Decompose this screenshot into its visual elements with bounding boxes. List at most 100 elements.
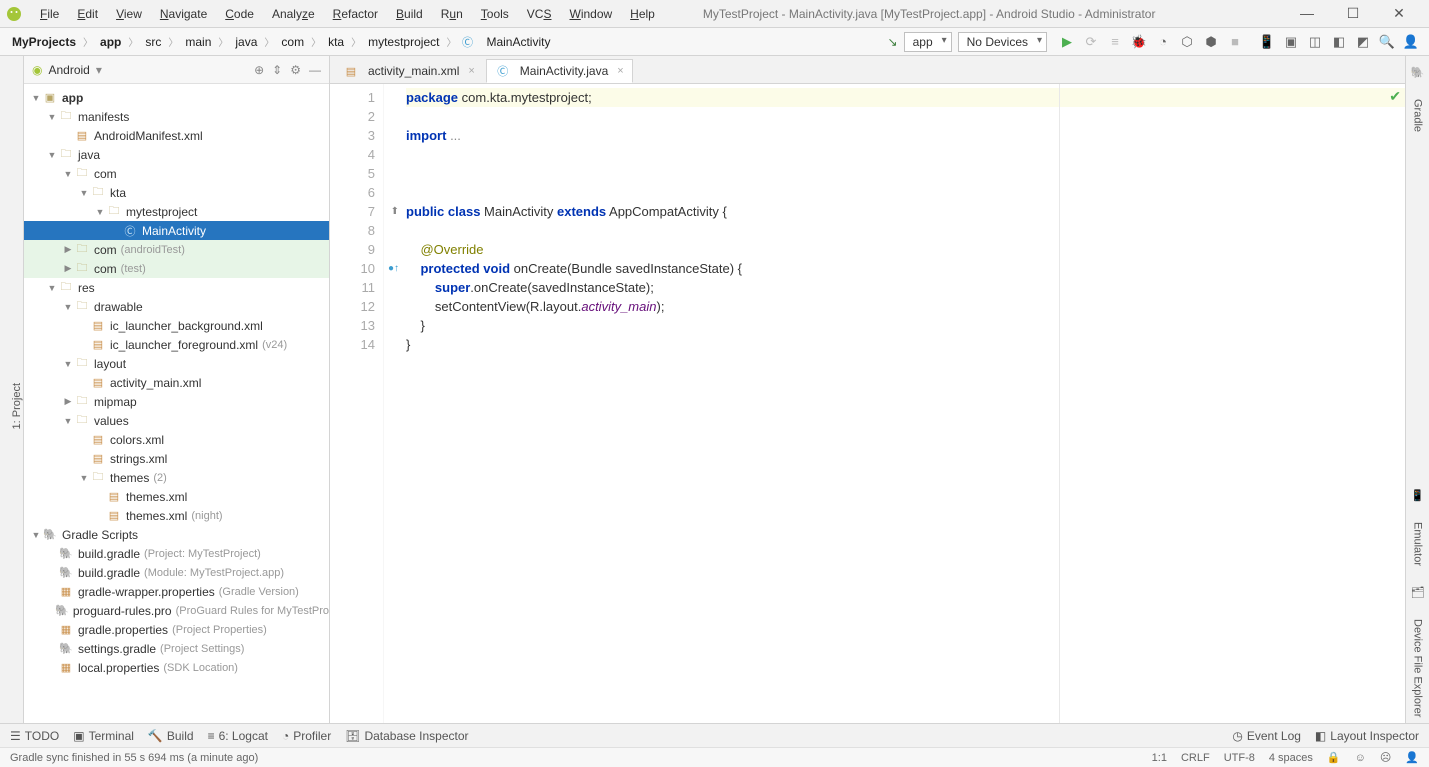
tree-res[interactable]: ▼🗀res bbox=[24, 278, 329, 297]
tree-themes-xml[interactable]: ▤themes.xml bbox=[24, 487, 329, 506]
stop-button[interactable]: ■ bbox=[1225, 32, 1245, 52]
crumb[interactable]: com bbox=[277, 33, 308, 51]
menu-build[interactable]: Build bbox=[388, 3, 431, 25]
search-icon[interactable]: 🔍 bbox=[1377, 32, 1397, 52]
sync-gradle-icon[interactable]: ↘ bbox=[888, 35, 898, 49]
crumb[interactable]: main bbox=[181, 33, 215, 51]
menu-file[interactable]: File bbox=[32, 3, 67, 25]
crumb[interactable]: kta bbox=[324, 33, 348, 51]
close-icon[interactable]: × bbox=[617, 65, 623, 77]
tree-proguard[interactable]: 🐘proguard-rules.pro(ProGuard Rules for M… bbox=[24, 601, 329, 620]
close-button[interactable]: ✕ bbox=[1385, 5, 1413, 22]
layout-inspector-icon[interactable]: ◧ bbox=[1329, 32, 1349, 52]
gradle-icon[interactable]: 🐘 bbox=[1411, 66, 1425, 79]
tree-manifests[interactable]: ▼🗀manifests bbox=[24, 107, 329, 126]
bottom-terminal[interactable]: ▣ Terminal bbox=[73, 729, 134, 743]
tree-com-androidtest[interactable]: ▶🗀com(androidTest) bbox=[24, 240, 329, 259]
status-caret-pos[interactable]: 1:1 bbox=[1152, 752, 1167, 764]
side-gradle[interactable]: Gradle bbox=[1412, 95, 1424, 136]
bottom-profiler[interactable]: ◔ Profiler bbox=[282, 729, 331, 743]
crumb[interactable]: java bbox=[231, 33, 261, 51]
tree-app[interactable]: ▼▣app bbox=[24, 88, 329, 107]
override-up-icon[interactable]: ⬆ bbox=[385, 202, 399, 221]
tree-gradle-wrapper[interactable]: ▦gradle-wrapper.properties(Gradle Versio… bbox=[24, 582, 329, 601]
tree-com[interactable]: ▼🗀com bbox=[24, 164, 329, 183]
tree-manifest-file[interactable]: ▤AndroidManifest.xml bbox=[24, 126, 329, 145]
status-line-separator[interactable]: CRLF bbox=[1181, 752, 1210, 764]
menu-vcs[interactable]: VCS bbox=[519, 3, 560, 25]
menu-code[interactable]: Code bbox=[217, 3, 262, 25]
bottom-todo[interactable]: ☰ TODO bbox=[10, 729, 59, 743]
tab-main-activity[interactable]: ⒸMainActivity.java× bbox=[486, 59, 633, 83]
minimize-button[interactable]: — bbox=[1293, 5, 1321, 22]
attach-debugger-icon[interactable]: ⬢ bbox=[1201, 32, 1221, 52]
settings-icon[interactable]: ⚙ bbox=[290, 63, 301, 77]
menu-refactor[interactable]: Refactor bbox=[325, 3, 386, 25]
tree-main-activity[interactable]: ⒸMainActivity bbox=[24, 221, 329, 240]
user-icon[interactable]: 👤 bbox=[1401, 32, 1421, 52]
tree-mipmap[interactable]: ▶🗀mipmap bbox=[24, 392, 329, 411]
side-project[interactable]: 1: Project bbox=[11, 379, 23, 433]
tree-layout[interactable]: ▼🗀layout bbox=[24, 354, 329, 373]
status-indent[interactable]: 4 spaces bbox=[1269, 752, 1313, 764]
file-explorer-icon[interactable]: 🗂 bbox=[1411, 586, 1425, 599]
maximize-button[interactable]: ☐ bbox=[1339, 5, 1367, 22]
apply-changes-icon[interactable]: ⟳ bbox=[1081, 32, 1101, 52]
resource-manager-icon[interactable]: ◫ bbox=[1305, 32, 1325, 52]
run-config-module[interactable]: app bbox=[904, 32, 952, 52]
side-emulator[interactable]: Emulator bbox=[1412, 518, 1424, 570]
tree-com-test[interactable]: ▶🗀com(test) bbox=[24, 259, 329, 278]
crumb[interactable]: src bbox=[141, 33, 165, 51]
run-button[interactable]: ▶ bbox=[1057, 32, 1077, 52]
override-marker-icon[interactable]: ●↑ bbox=[385, 259, 399, 278]
app-inspection-icon[interactable]: ◩ bbox=[1353, 32, 1373, 52]
tree-activity-main[interactable]: ▤activity_main.xml bbox=[24, 373, 329, 392]
coverage-button[interactable]: ⬡ bbox=[1177, 32, 1197, 52]
avd-manager-icon[interactable]: 📱 bbox=[1257, 32, 1277, 52]
tree-mytestproject[interactable]: ▼🗀mytestproject bbox=[24, 202, 329, 221]
tree-drawable[interactable]: ▼🗀drawable bbox=[24, 297, 329, 316]
crumb[interactable]: MainActivity bbox=[482, 33, 554, 51]
tree-gradle-scripts[interactable]: ▼🐘Gradle Scripts bbox=[24, 525, 329, 544]
status-face-sad-icon[interactable]: ☹ bbox=[1380, 751, 1391, 764]
tree-themes-night[interactable]: ▤themes.xml(night) bbox=[24, 506, 329, 525]
tree-settings-gradle[interactable]: 🐘settings.gradle(Project Settings) bbox=[24, 639, 329, 658]
tree-java[interactable]: ▼🗀java bbox=[24, 145, 329, 164]
side-device-file-explorer[interactable]: Device File Explorer bbox=[1412, 615, 1424, 721]
menu-tools[interactable]: Tools bbox=[473, 3, 517, 25]
tree-strings[interactable]: ▤strings.xml bbox=[24, 449, 329, 468]
dropdown-icon[interactable]: ▾ bbox=[96, 63, 102, 77]
bottom-database[interactable]: 🗄 Database Inspector bbox=[345, 729, 468, 743]
menu-view[interactable]: View bbox=[108, 3, 150, 25]
project-view-mode[interactable]: Android bbox=[48, 63, 89, 77]
tree-local-props[interactable]: ▦local.properties(SDK Location) bbox=[24, 658, 329, 677]
tree-build-gradle-app[interactable]: 🐘build.gradle(Module: MyTestProject.app) bbox=[24, 563, 329, 582]
menu-analyze[interactable]: Analyze bbox=[264, 3, 323, 25]
code-content[interactable]: package com.kta.mytestproject; import ..… bbox=[384, 84, 1405, 747]
status-encoding[interactable]: UTF-8 bbox=[1224, 752, 1255, 764]
menu-help[interactable]: Help bbox=[622, 3, 663, 25]
collapse-icon[interactable]: ⇕ bbox=[272, 63, 282, 77]
tree-gradle-props[interactable]: ▦gradle.properties(Project Properties) bbox=[24, 620, 329, 639]
hide-icon[interactable]: — bbox=[309, 63, 321, 77]
menu-run[interactable]: Run bbox=[433, 3, 471, 25]
status-face-icon[interactable]: ☺ bbox=[1355, 752, 1366, 764]
emulator-icon[interactable]: 📱 bbox=[1411, 489, 1425, 502]
tab-activity-main[interactable]: ▤activity_main.xml× bbox=[334, 59, 484, 83]
debug-button[interactable]: 🐞 bbox=[1129, 32, 1149, 52]
menu-navigate[interactable]: Navigate bbox=[152, 3, 215, 25]
tree-colors[interactable]: ▤colors.xml bbox=[24, 430, 329, 449]
apply-code-icon[interactable]: ≡ bbox=[1105, 32, 1125, 52]
crumb[interactable]: MyProjects bbox=[8, 33, 80, 51]
status-man-icon[interactable]: 👤 bbox=[1405, 751, 1419, 764]
close-icon[interactable]: × bbox=[468, 65, 474, 77]
tree-ic-bg[interactable]: ▤ic_launcher_background.xml bbox=[24, 316, 329, 335]
bottom-layout-inspector[interactable]: ◧ Layout Inspector bbox=[1315, 729, 1419, 743]
target-icon[interactable]: ⊕ bbox=[254, 63, 264, 77]
tree-ic-fg[interactable]: ▤ic_launcher_foreground.xml(v24) bbox=[24, 335, 329, 354]
code-editor[interactable]: ✔ 123 456 789 101112 1314 ⬆ ●↑ package c… bbox=[330, 84, 1405, 747]
inspection-ok-icon[interactable]: ✔ bbox=[1389, 88, 1401, 105]
bottom-build[interactable]: 🔨 Build bbox=[148, 729, 194, 743]
sdk-manager-icon[interactable]: ▣ bbox=[1281, 32, 1301, 52]
crumb[interactable]: app bbox=[96, 33, 125, 51]
